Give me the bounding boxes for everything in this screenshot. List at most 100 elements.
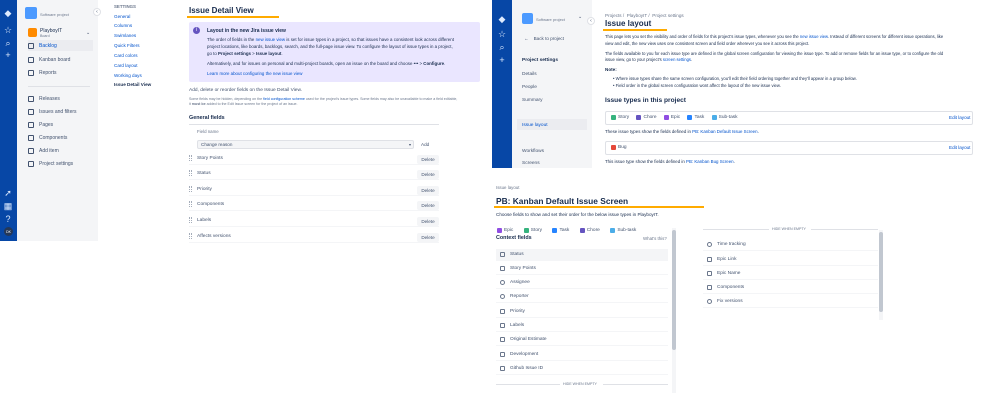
sidebar-item-workflows[interactable]: Workflows — [522, 149, 544, 154]
rocket-icon[interactable]: ➚ — [3, 188, 13, 198]
settings-item-card-layout[interactable]: Card layout — [114, 63, 138, 68]
text-field-icon — [500, 366, 505, 371]
drag-handle-icon[interactable] — [189, 155, 192, 161]
table-row[interactable]: Story Points — [189, 152, 439, 165]
sidebar-item-releases[interactable]: Releases — [28, 93, 93, 104]
list-item[interactable]: Original Estimate — [496, 334, 668, 346]
sidebar-item-summary[interactable]: Summary — [522, 98, 543, 103]
settings-item-swimlanes[interactable]: Swimlanes — [114, 33, 136, 38]
back-to-project-link[interactable]: ← Back to project — [524, 36, 564, 41]
star-icon[interactable]: ☆ — [3, 25, 13, 35]
drag-handle-icon[interactable] — [189, 186, 192, 192]
add-field-button[interactable]: Add — [421, 142, 429, 147]
search-icon[interactable]: ⌕ — [3, 38, 13, 48]
create-icon[interactable]: + — [497, 55, 507, 65]
breadcrumb-project[interactable]: PlayboyIT — [627, 13, 647, 18]
star-icon[interactable]: ☆ — [497, 29, 507, 39]
breadcrumb[interactable]: Issue layout — [496, 185, 519, 190]
list-item[interactable]: Priority — [496, 306, 668, 318]
new-issue-view-link[interactable]: new issue view — [800, 34, 828, 39]
list-item[interactable]: Story Points — [496, 263, 668, 275]
screen-settings-link[interactable]: screen settings — [663, 57, 691, 62]
table-row[interactable]: Affects versions — [189, 230, 439, 243]
bug-screen-link[interactable]: PB: Kanban Bug Screen — [686, 159, 734, 164]
context-fields-heading: Context fields — [496, 235, 532, 241]
sidebar-item-project-settings[interactable]: Project settings — [28, 158, 93, 169]
list-item[interactable]: Components — [703, 281, 878, 294]
collapse-sidebar-button[interactable]: ‹ — [587, 17, 595, 25]
sidebar-item-details[interactable]: Details — [522, 72, 537, 77]
delete-button[interactable]: Delete — [417, 217, 439, 226]
settings-item-quick-filters[interactable]: Quick Filters — [114, 43, 140, 48]
table-row[interactable]: Components — [189, 198, 439, 211]
list-item[interactable]: Reporter — [496, 291, 668, 303]
list-item[interactable]: Epic Name — [703, 267, 878, 280]
context-scrollbar-thumb[interactable] — [672, 230, 676, 350]
sidebar-item-pages[interactable]: Pages — [28, 119, 93, 130]
jira-logo-icon[interactable]: ◆ — [497, 14, 507, 24]
list-item[interactable]: Time tracking — [703, 238, 878, 251]
settings-item-columns[interactable]: Columns — [114, 23, 132, 28]
sidebar-item-components[interactable]: Components — [28, 132, 93, 143]
default-issue-screen-link[interactable]: PB: Kanban Default Issue Screen — [692, 129, 757, 134]
project-type: Software project — [40, 12, 69, 17]
breadcrumb-settings[interactable]: Project settings — [652, 13, 683, 18]
sidebar-item-people[interactable]: People — [522, 85, 537, 90]
settings-item-issue-detail-view[interactable]: Issue Detail View — [114, 82, 151, 87]
list-item[interactable]: Github Issue ID — [496, 363, 668, 375]
note-bullet-2: • Field order in the global screen confi… — [613, 83, 781, 88]
list-item[interactable]: Labels — [496, 320, 668, 332]
settings-item-general[interactable]: General — [114, 14, 130, 19]
list-item[interactable]: Epic Link — [703, 253, 878, 266]
drag-handle-icon[interactable] — [189, 217, 192, 223]
subtask-icon — [711, 115, 717, 120]
sidebar-item-issue-layout[interactable]: Issue layout — [522, 123, 548, 128]
delete-button[interactable]: Delete — [417, 186, 439, 195]
sidebar-item-reports[interactable]: Reports — [28, 67, 93, 78]
create-icon[interactable]: + — [3, 50, 13, 60]
delete-button[interactable]: Delete — [417, 170, 439, 179]
apps-icon[interactable]: ▦ — [3, 201, 13, 211]
list-item[interactable]: Status — [496, 249, 668, 261]
collapse-sidebar-button[interactable]: ‹ — [93, 8, 101, 16]
sidebar-item-backlog[interactable]: Backlog — [28, 40, 93, 51]
edit-layout-link[interactable]: Edit layout — [949, 145, 970, 150]
text-field-icon — [707, 270, 712, 276]
breadcrumb-projects[interactable]: Projects — [605, 13, 622, 18]
search-icon[interactable]: ⌕ — [497, 42, 507, 52]
sidebar-item-issues-filters[interactable]: Issues and filters — [28, 106, 93, 117]
edit-layout-link[interactable]: Edit layout — [949, 115, 970, 120]
delete-button[interactable]: Delete — [417, 201, 439, 210]
sidebar-item-kanban-board[interactable]: Kanban board — [28, 54, 93, 65]
settings-item-card-colors[interactable]: Card colors — [114, 53, 138, 58]
user-avatar[interactable]: DK — [4, 227, 13, 236]
list-item[interactable]: Development — [496, 349, 668, 361]
hidden-scrollbar-thumb[interactable] — [879, 232, 883, 312]
drag-handle-icon[interactable] — [189, 170, 192, 176]
settings-item-working-days[interactable]: Working days — [114, 73, 142, 78]
chevron-down-icon[interactable]: ⌄ — [86, 30, 90, 36]
learn-more-link[interactable]: Learn more about configuring the new iss… — [207, 71, 302, 76]
delete-button[interactable]: Delete — [417, 233, 439, 242]
list-item[interactable]: Assignee — [496, 277, 668, 289]
back-arrow-icon: ← — [524, 36, 529, 41]
chevron-down-icon[interactable]: ⌄ — [578, 14, 582, 20]
field-configuration-link[interactable]: field configuration scheme — [263, 97, 305, 101]
new-issue-view-link[interactable]: new issue view — [256, 37, 286, 42]
sidebar-item-add-item[interactable]: Add item — [28, 145, 93, 156]
table-row[interactable]: Labels — [189, 214, 439, 227]
sidebar-item-screens[interactable]: Screens — [522, 161, 540, 166]
table-row[interactable]: Priority — [189, 183, 439, 196]
screen-title: PB: Kanban Default Issue Screen — [496, 196, 629, 206]
table-row[interactable]: Status — [189, 167, 439, 180]
list-item[interactable]: Fix versions — [703, 295, 878, 308]
drag-handle-icon[interactable] — [189, 233, 192, 239]
add-fields-text: Add, delete or reorder fields on the Iss… — [189, 88, 302, 93]
settings-heading: SETTINGS — [114, 4, 136, 9]
help-icon[interactable]: ? — [3, 214, 13, 224]
whats-this-link[interactable]: What's this? — [643, 236, 667, 241]
delete-button[interactable]: Delete — [417, 155, 439, 164]
drag-handle-icon[interactable] — [189, 201, 192, 207]
note-bullet-1: • Where issue types share the same scree… — [613, 76, 857, 81]
jira-logo-icon[interactable]: ◆ — [3, 8, 13, 18]
